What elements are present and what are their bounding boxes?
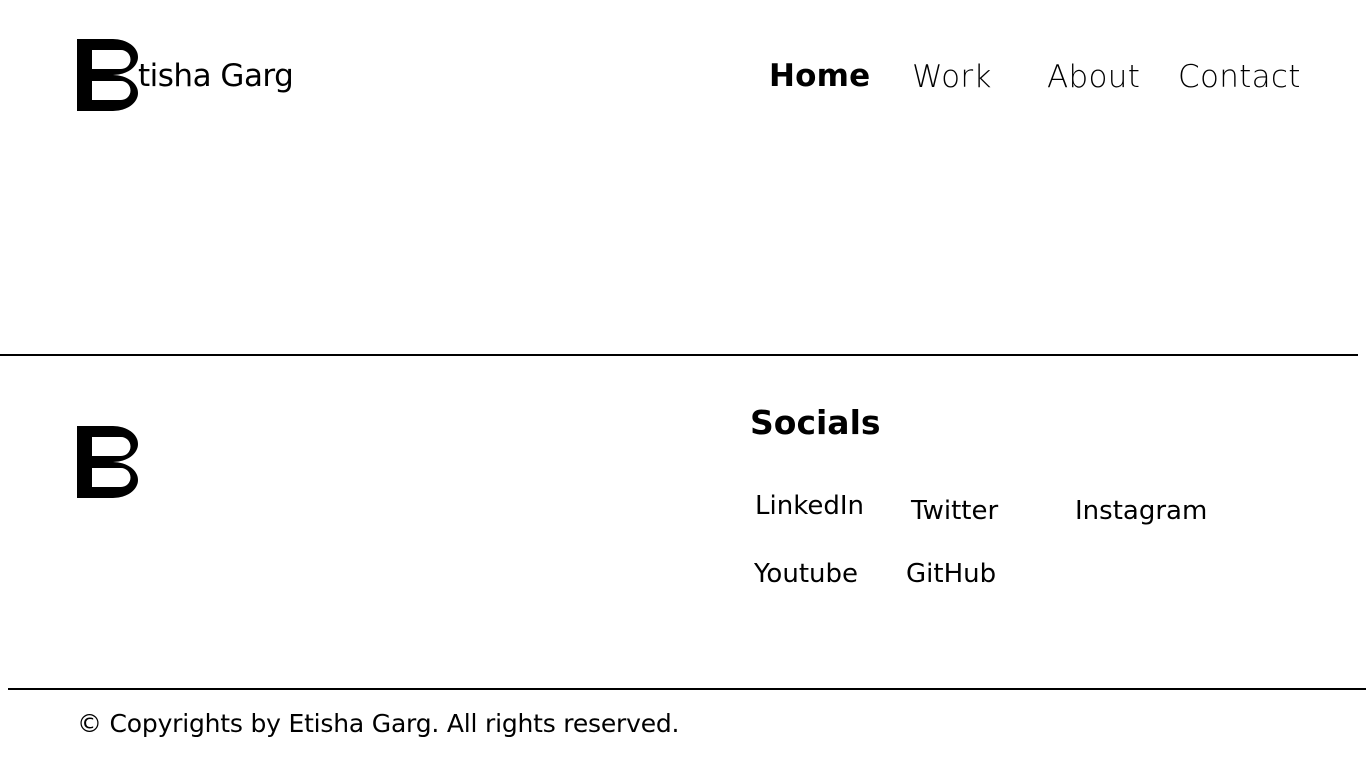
brand-name[interactable]: tisha Garg bbox=[138, 56, 294, 96]
twitter-link[interactable]: Twitter bbox=[911, 494, 998, 528]
youtube-link[interactable]: Youtube bbox=[754, 557, 858, 591]
logo-icon[interactable] bbox=[77, 39, 138, 111]
footer-divider bbox=[8, 688, 1366, 690]
page: tisha Garg Home Work About Contact Socia… bbox=[0, 0, 1366, 768]
nav-about-link[interactable]: About bbox=[1047, 57, 1140, 97]
copyright-text: © Copyrights by Etisha Garg. All rights … bbox=[77, 709, 680, 738]
socials-heading: Socials bbox=[750, 403, 881, 442]
header-divider bbox=[0, 354, 1358, 356]
nav-home-link[interactable]: Home bbox=[769, 56, 870, 96]
linkedin-link[interactable]: LinkedIn bbox=[755, 489, 864, 523]
instagram-link[interactable]: Instagram bbox=[1075, 494, 1207, 528]
github-link[interactable]: GitHub bbox=[906, 557, 996, 591]
footer-logo-icon[interactable] bbox=[77, 426, 138, 498]
nav-contact-link[interactable]: Contact bbox=[1178, 57, 1301, 97]
nav-work-link[interactable]: Work bbox=[912, 57, 992, 97]
